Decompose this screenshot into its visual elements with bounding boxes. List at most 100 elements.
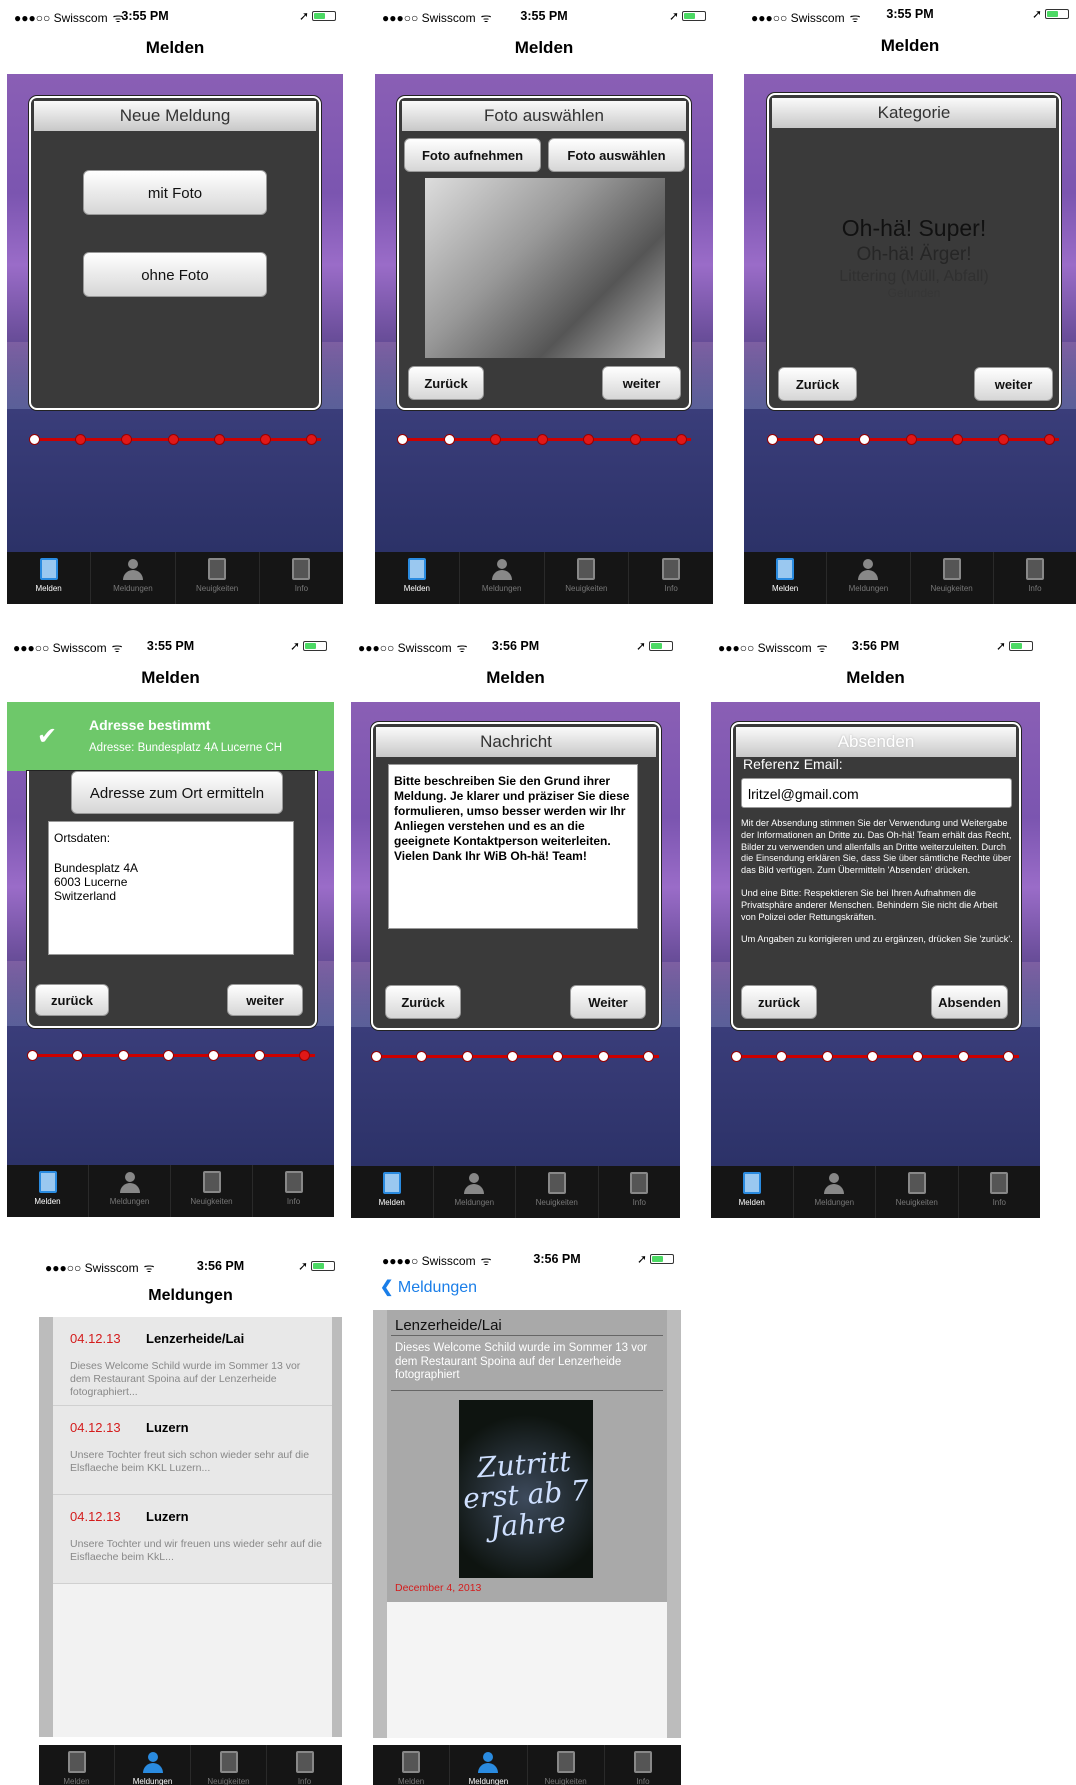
tab-info[interactable]: Info <box>603 1745 681 1785</box>
tab-bar: Melden Meldungen Neuigkeiten Info <box>373 1745 681 1785</box>
email-field[interactable]: lritzel@gmail.com <box>741 778 1012 808</box>
list-item[interactable]: 04.12.13 Lenzerheide/Lai Dieses Welcome … <box>53 1317 332 1406</box>
tab-info[interactable]: Info <box>628 552 713 604</box>
nav-title: Meldungen <box>148 1287 233 1304</box>
user-icon <box>121 558 145 580</box>
back-button[interactable]: zurück <box>741 985 817 1019</box>
nav-title: Melden <box>145 38 205 57</box>
panel-title: Absenden <box>736 727 1016 757</box>
tab-neuigkeiten[interactable]: Neuigkeiten <box>909 552 993 604</box>
tab-meldungen[interactable]: Meldungen <box>88 1165 170 1217</box>
tab-bar: Melden Meldungen Neuigkeiten Info <box>711 1166 1040 1218</box>
tab-meldungen[interactable]: Meldungen <box>792 1166 876 1218</box>
tab-melden[interactable]: Melden <box>373 1745 449 1785</box>
status-time: 3:55 PM <box>146 639 195 653</box>
next-button[interactable]: Weiter <box>570 985 646 1019</box>
tab-info[interactable]: Info <box>597 1166 681 1218</box>
tab-info[interactable]: Info <box>266 1745 342 1785</box>
status-bar: ●●●○○ Swisscom ᯤ 3:56 PM ➚ <box>351 630 680 658</box>
tab-meldungen[interactable]: Meldungen <box>826 552 909 604</box>
location-icon: ➚ <box>1031 7 1042 21</box>
nav-title: Melden <box>486 668 545 687</box>
back-button[interactable]: Zurück <box>385 985 461 1019</box>
choose-photo-button[interactable]: Foto auswählen <box>548 138 685 172</box>
tab-meldungen[interactable]: Meldungen <box>114 1745 190 1785</box>
next-button[interactable]: weiter <box>602 366 681 400</box>
clipboard-icon <box>547 1172 566 1194</box>
category-option[interactable]: Oh-hä! Ärger! <box>769 244 1059 266</box>
clipboard-icon <box>633 1751 652 1773</box>
tab-melden[interactable]: Melden <box>711 1166 793 1218</box>
address-banner: ✔ Adresse bestimmt Adresse: Bundesplatz … <box>7 702 334 771</box>
message-textarea[interactable]: Bitte beschreiben Sie den Grund ihrer Me… <box>388 764 638 929</box>
tab-neuigkeiten[interactable]: Neuigkeiten <box>875 1166 958 1218</box>
category-picker[interactable]: Oh-hä! Super! Oh-hä! Ärger! Littering (M… <box>769 215 1059 300</box>
location-icon: ➚ <box>289 639 300 653</box>
tab-neuigkeiten[interactable]: Neuigkeiten <box>526 1745 604 1785</box>
tab-info[interactable]: Info <box>258 552 343 604</box>
tab-melden[interactable]: Melden <box>375 552 459 604</box>
tab-meldungen[interactable]: Meldungen <box>458 552 544 604</box>
tab-neuigkeiten[interactable]: Neuigkeiten <box>190 1745 266 1785</box>
clipboard-icon <box>202 1171 221 1193</box>
take-photo-button[interactable]: Foto aufnehmen <box>404 138 541 172</box>
tab-melden[interactable]: Melden <box>744 552 826 604</box>
location-icon: ➚ <box>668 9 679 23</box>
banner-title: Adresse bestimmt <box>89 717 211 733</box>
tab-neuigkeiten[interactable]: Neuigkeiten <box>174 552 259 604</box>
next-button[interactable]: weiter <box>974 367 1053 401</box>
clipboard-icon <box>402 1751 421 1773</box>
tab-melden[interactable]: Melden <box>39 1745 114 1785</box>
tab-info[interactable]: Info <box>957 1166 1041 1218</box>
back-button[interactable]: zurück <box>35 984 109 1016</box>
screen-category: ●●●○○ Swisscom ᯤ 3:55 PM ➚ Melden Kategor… <box>744 0 1076 604</box>
clipboard-icon <box>1025 558 1044 580</box>
tab-melden[interactable]: Melden <box>351 1166 433 1218</box>
report-description: Dieses Welcome Schild wurde im Sommer 13… <box>395 1342 648 1381</box>
back-nav-button[interactable]: ❮ Meldungen <box>380 1277 477 1297</box>
category-option[interactable]: Gefunden <box>769 286 1059 300</box>
tab-info[interactable]: Info <box>252 1165 334 1217</box>
tab-neuigkeiten[interactable]: Neuigkeiten <box>515 1166 598 1218</box>
clipboard-icon <box>907 1172 926 1194</box>
screen-message: ●●●○○ Swisscom ᯤ 3:56 PM ➚ Melden Nachric… <box>351 630 680 1218</box>
with-photo-button[interactable]: mit Foto <box>83 170 267 215</box>
tab-neuigkeiten[interactable]: Neuigkeiten <box>170 1165 252 1217</box>
tab-melden[interactable]: Melden <box>7 552 90 604</box>
status-time: 3:55 PM <box>520 9 568 23</box>
send-button[interactable]: Absenden <box>931 985 1008 1019</box>
status-bar: ●●●○○ Swisscom ᯤ 3:56 PM ➚ <box>39 1247 342 1275</box>
location-icon: ➚ <box>635 639 646 653</box>
tab-neuigkeiten[interactable]: Neuigkeiten <box>543 552 629 604</box>
without-photo-button[interactable]: ohne Foto <box>83 252 267 297</box>
report-title: Lenzerheide/Lai <box>395 1317 502 1334</box>
tab-bar: Melden Meldungen Neuigkeiten Info <box>351 1166 680 1218</box>
battery-icon <box>311 1261 335 1271</box>
clipboard-icon <box>284 1171 303 1193</box>
clipboard-icon <box>407 558 426 580</box>
battery-icon <box>1009 641 1033 651</box>
back-button[interactable]: Zurück <box>778 367 857 401</box>
tab-info[interactable]: Info <box>992 552 1076 604</box>
tab-melden[interactable]: Melden <box>7 1165 88 1217</box>
find-address-button[interactable]: Adresse zum Ort ermitteln <box>71 771 283 814</box>
tab-meldungen[interactable]: Meldungen <box>90 552 174 604</box>
clipboard-icon <box>556 1751 575 1773</box>
category-option-selected[interactable]: Oh-hä! Super! <box>769 215 1059 242</box>
progress-indicator <box>27 1047 319 1063</box>
progress-indicator <box>767 431 1063 447</box>
list-item[interactable]: 04.12.13 Luzern Unsere Tochter und wir f… <box>53 1495 332 1584</box>
next-button[interactable]: weiter <box>227 984 303 1016</box>
tab-bar: Melden Meldungen Neuigkeiten Info <box>375 552 713 604</box>
detail-background: Lenzerheide/Lai Dieses Welcome Schild wu… <box>373 1310 681 1738</box>
list-item[interactable]: 04.12.13 Luzern Unsere Tochter freut sic… <box>53 1406 332 1495</box>
tab-meldungen[interactable]: Meldungen <box>449 1745 526 1785</box>
reports-list: 04.12.13 Lenzerheide/Lai Dieses Welcome … <box>53 1317 332 1737</box>
message-panel: Nachricht Bitte beschreiben Sie den Grun… <box>371 722 661 1030</box>
tab-meldungen[interactable]: Meldungen <box>432 1166 516 1218</box>
panel-title: Neue Meldung <box>34 101 316 131</box>
user-icon <box>490 558 514 580</box>
back-button[interactable]: Zurück <box>408 366 484 400</box>
category-option[interactable]: Littering (Müll, Abfall) <box>769 268 1059 286</box>
status-bar: ●●●○○ Swisscom ᯤ 3:55 PM ➚ <box>744 0 1076 28</box>
